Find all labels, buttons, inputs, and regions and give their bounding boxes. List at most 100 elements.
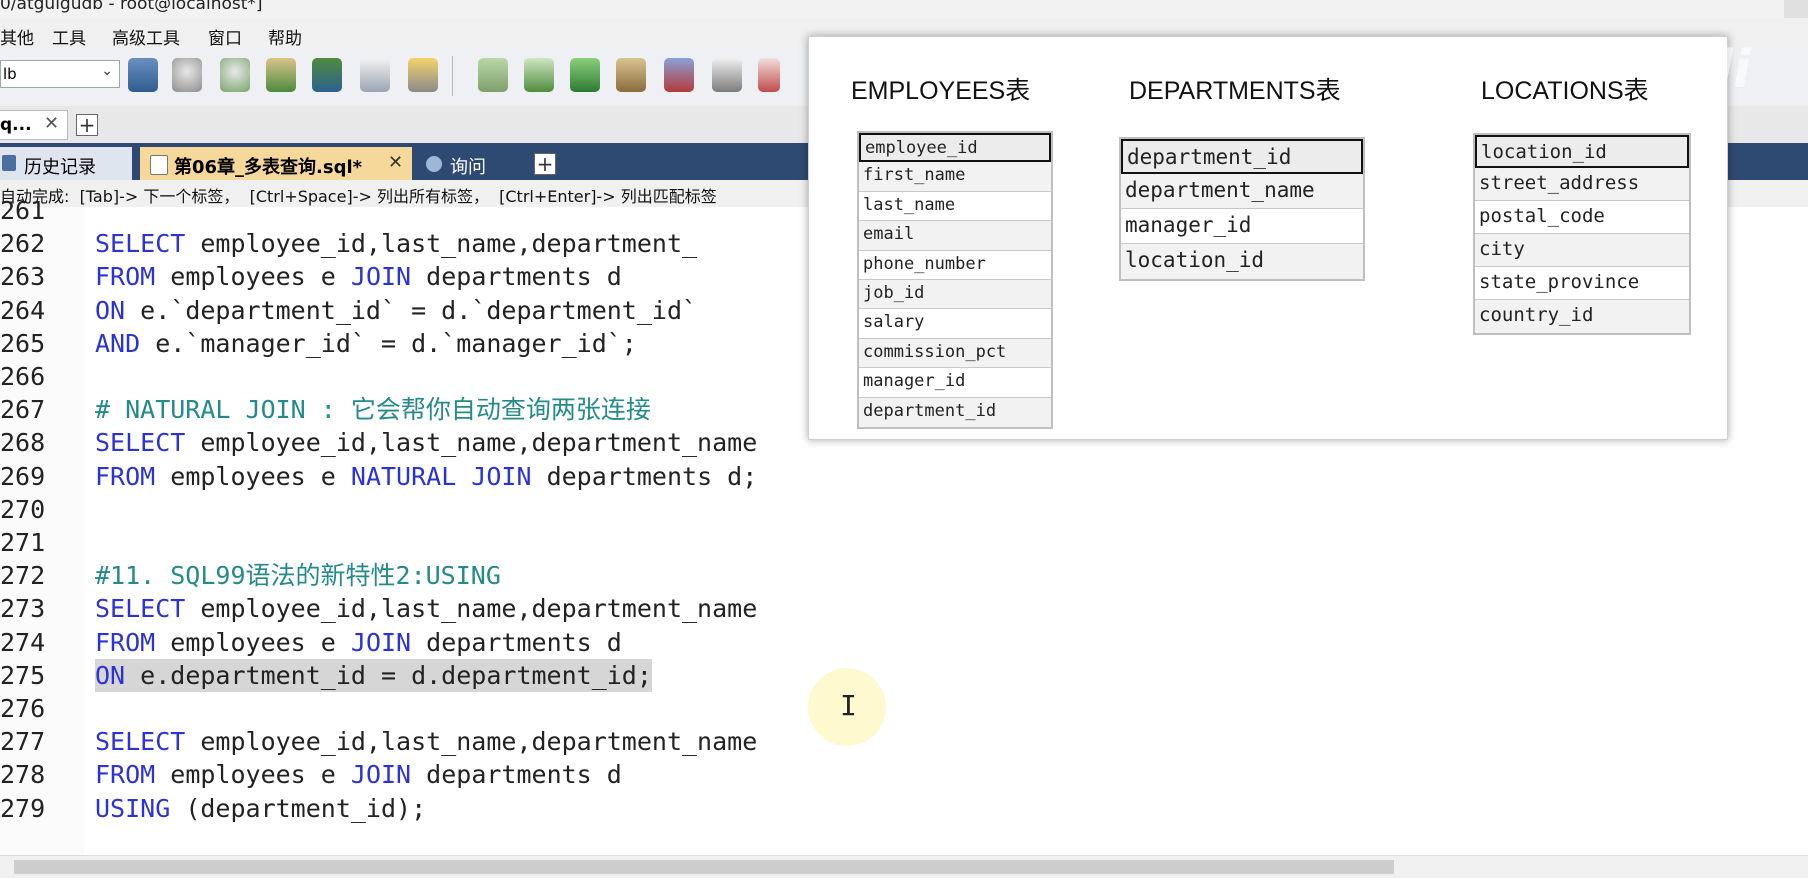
sql-keyword: SELECT bbox=[95, 229, 186, 259]
code-text[interactable]: USING (department_id); bbox=[95, 792, 426, 825]
sql-file-icon bbox=[150, 155, 168, 175]
scrollbar-thumb[interactable] bbox=[14, 860, 1394, 874]
sql-keyword: JOIN bbox=[350, 262, 412, 292]
toolbar-separator bbox=[452, 56, 453, 96]
sql-comment: #11. SQL99语法的新特性2:USING bbox=[95, 561, 501, 591]
code-line[interactable]: 277 SELECT employee_id,last_name,departme… bbox=[0, 725, 1808, 758]
line-number: 267 bbox=[0, 395, 46, 425]
close-icon[interactable]: ✕ bbox=[44, 113, 59, 134]
table-field: salary bbox=[859, 309, 1051, 339]
table-field: street_address bbox=[1475, 168, 1689, 201]
code-line[interactable]: 272 #11. SQL99语法的新特性2:USING bbox=[0, 559, 1808, 592]
new-connection-button[interactable]: + bbox=[76, 114, 98, 136]
export-icon[interactable] bbox=[312, 58, 342, 92]
line-number: 278 bbox=[0, 760, 46, 790]
sql-keyword: SELECT bbox=[95, 428, 186, 458]
sql-token: departments d bbox=[411, 760, 622, 790]
menu-window[interactable]: 窗口 bbox=[208, 24, 242, 49]
menu-advanced-tools[interactable]: 高级工具 bbox=[112, 24, 180, 49]
code-line[interactable]: 278 FROM employees e JOIN departments d bbox=[0, 758, 1808, 791]
table-field: job_id bbox=[859, 279, 1051, 310]
schema-icon[interactable] bbox=[408, 58, 438, 92]
line-number: 271 bbox=[0, 528, 46, 557]
user-manager-icon[interactable] bbox=[664, 58, 694, 92]
line-number: 266 bbox=[0, 362, 46, 391]
horizontal-scrollbar[interactable] bbox=[0, 855, 1808, 878]
sql-token: employees e bbox=[155, 461, 351, 491]
code-text[interactable]: ON e.`department_id` = d.`department_id` bbox=[95, 294, 697, 327]
tab-history[interactable]: 历史记录 bbox=[0, 147, 132, 180]
code-text[interactable]: AND e.`manager_id` = d.`manager_id`; bbox=[95, 327, 637, 360]
code-text[interactable]: #11. SQL99语法的新特性2:USING bbox=[95, 559, 501, 592]
database-selector-value: lb bbox=[3, 65, 17, 83]
sql-keyword: NATURAL JOIN bbox=[350, 461, 532, 491]
code-text[interactable]: SELECT employee_id,last_name,department_… bbox=[95, 725, 757, 758]
query-icon bbox=[426, 156, 442, 172]
code-line[interactable]: 269 FROM employees e NATURAL JOIN departm… bbox=[0, 460, 1808, 493]
sql-keyword: FROM bbox=[95, 760, 156, 790]
code-line[interactable]: 279 USING (department_id); bbox=[0, 792, 1808, 825]
code-line[interactable]: 276 bbox=[0, 692, 1808, 725]
sql-keyword: JOIN bbox=[350, 760, 412, 790]
sql-keyword: FROM bbox=[95, 461, 156, 491]
new-tab-button[interactable]: + bbox=[534, 153, 556, 175]
import-icon[interactable] bbox=[266, 58, 296, 92]
code-text[interactable]: SELECT employee_id,last_name,department_… bbox=[95, 592, 757, 625]
code-text[interactable]: FROM employees e JOIN departments d bbox=[95, 758, 622, 791]
add-table-icon[interactable] bbox=[220, 58, 250, 92]
code-text[interactable]: FROM employees e JOIN departments d bbox=[95, 626, 622, 659]
code-text[interactable]: FROM employees e NATURAL JOIN department… bbox=[95, 460, 757, 493]
execute-all-icon[interactable] bbox=[524, 58, 554, 92]
code-text[interactable]: SELECT employee_id,last_name,department_ bbox=[95, 227, 697, 260]
sql-keyword: ON bbox=[95, 660, 126, 690]
new-database-icon[interactable] bbox=[172, 58, 202, 92]
close-icon[interactable]: ✕ bbox=[388, 152, 403, 173]
code-line[interactable]: 275 ON e.department_id = d.department_id; bbox=[0, 658, 1808, 692]
code-line[interactable]: 273 SELECT employee_id,last_name,departme… bbox=[0, 592, 1808, 625]
sync-icon[interactable] bbox=[712, 58, 742, 92]
connection-tab-label: q... bbox=[0, 115, 32, 135]
backup-icon[interactable] bbox=[570, 58, 600, 92]
restore-icon[interactable] bbox=[616, 58, 646, 92]
table-field: manager_id bbox=[1121, 209, 1363, 244]
window-corner bbox=[1784, 0, 1808, 18]
code-line[interactable]: 274 FROM employees e JOIN departments d bbox=[0, 626, 1808, 659]
connect-icon[interactable] bbox=[128, 58, 158, 92]
sql-keyword: JOIN bbox=[350, 627, 412, 657]
table-field: first_name bbox=[859, 162, 1051, 192]
code-text[interactable]: SELECT employee_id,last_name,department_… bbox=[95, 426, 757, 459]
code-text[interactable]: ON e.department_id = d.department_id; bbox=[95, 658, 652, 692]
line-number: 263 bbox=[0, 262, 46, 292]
line-number: 264 bbox=[0, 295, 46, 325]
table-field: city bbox=[1475, 234, 1689, 267]
sql-token: departments d; bbox=[531, 461, 758, 491]
code-text[interactable]: # NATURAL JOIN : 它会帮你自动查询两张连接 bbox=[95, 393, 651, 426]
sql-token: e.department_id = d.department_id; bbox=[125, 660, 652, 690]
window-title: 0/atguigudb - root@localhost*] bbox=[0, 0, 263, 14]
table-field: state_province bbox=[1475, 267, 1689, 300]
execute-icon[interactable] bbox=[478, 58, 508, 92]
code-line[interactable]: 271 bbox=[0, 526, 1808, 559]
sql-keyword: AND bbox=[95, 328, 141, 358]
departments-table-title: DEPARTMENTS表 bbox=[1129, 77, 1341, 105]
code-line[interactable]: 270 bbox=[0, 493, 1808, 526]
employees-table-title: EMPLOYEES表 bbox=[851, 77, 1031, 105]
menu-other[interactable]: 其他 bbox=[0, 24, 34, 49]
schedule-icon[interactable] bbox=[758, 58, 780, 92]
code-text[interactable]: FROM employees e JOIN departments d bbox=[95, 260, 622, 293]
line-number: 262 bbox=[0, 229, 46, 259]
table-field: department_id bbox=[859, 397, 1051, 427]
menu-help[interactable]: 帮助 bbox=[268, 24, 302, 49]
database-selector[interactable]: lb ⌄ bbox=[0, 60, 120, 88]
connection-tab[interactable]: q... ✕ bbox=[0, 110, 68, 140]
sql-keyword: ON bbox=[95, 295, 126, 325]
table-grid-icon[interactable] bbox=[360, 58, 390, 92]
table-field: manager_id bbox=[859, 368, 1051, 398]
menu-tools[interactable]: 工具 bbox=[52, 24, 86, 49]
sql-token: departments d bbox=[411, 262, 622, 292]
table-field: phone_number bbox=[859, 251, 1051, 280]
table-schema-overlay: EMPLOYEES表 DEPARTMENTS表 LOCATIONS表 emplo… bbox=[808, 36, 1728, 440]
tab-query[interactable]: 询问 bbox=[420, 147, 524, 180]
tab-sql-file[interactable]: 第06章_多表查询.sql* ✕ bbox=[140, 147, 412, 180]
sql-token: employees e bbox=[155, 262, 351, 292]
